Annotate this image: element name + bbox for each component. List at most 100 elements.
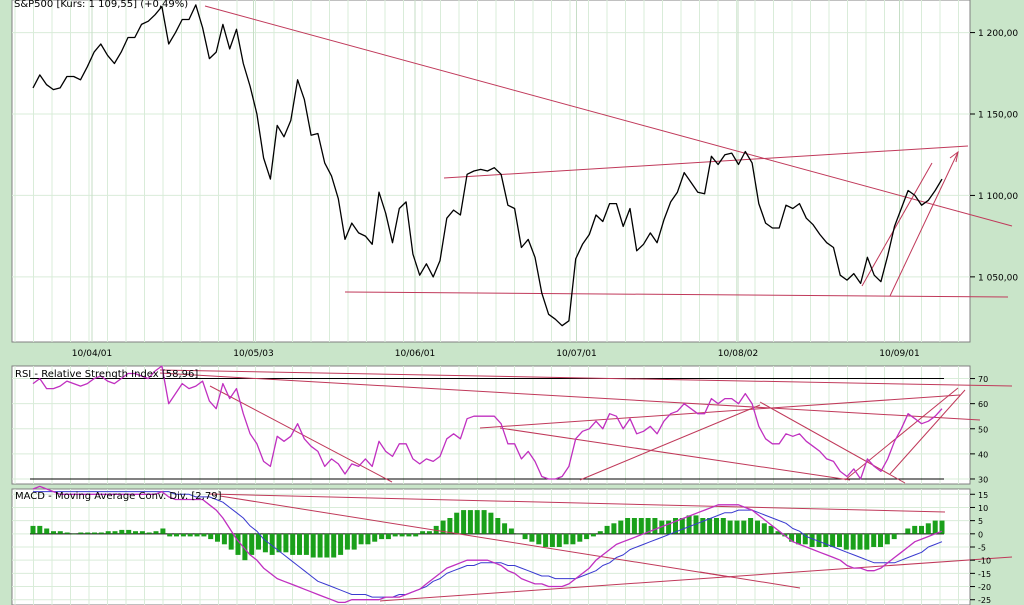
macd-y-axis: 15 10 5 0 -5 -10 -15 -20 -25	[970, 491, 991, 605]
macd-histogram-bar	[536, 533, 542, 545]
price-y-tick-label: 1 100,00	[978, 192, 1018, 202]
price-x-tick-label: 10/06/01	[395, 349, 435, 359]
macd-histogram-bar	[71, 533, 77, 535]
macd-histogram-bar	[720, 518, 726, 534]
macd-histogram-bar	[488, 512, 494, 534]
macd-histogram-bar	[755, 520, 760, 534]
macd-histogram-bar	[843, 533, 849, 550]
macd-histogram-bar	[256, 533, 261, 550]
price-chart-title: S&P500 [Kurs: 1 109,55] (+0,49%)	[14, 0, 188, 10]
macd-histogram-bar	[406, 533, 412, 537]
macd-histogram-bar	[44, 528, 50, 534]
macd-histogram-bar	[666, 520, 672, 534]
macd-histogram-bar	[864, 533, 870, 550]
macd-histogram-bar	[625, 518, 631, 534]
macd-histogram-bar	[153, 531, 159, 534]
macd-histogram-bar	[167, 533, 173, 537]
macd-histogram-bar	[919, 525, 924, 534]
macd-histogram-bar	[563, 533, 569, 545]
macd-histogram-bar	[454, 512, 460, 534]
macd-y-tick-label: 10	[978, 504, 988, 513]
price-x-tick-label: 10/08/02	[718, 349, 758, 359]
macd-histogram-bar	[768, 525, 774, 534]
macd-histogram-bar	[379, 533, 385, 540]
rsi-y-axis: 70 60 50 40 30	[970, 375, 988, 484]
macd-histogram-bar	[133, 531, 138, 534]
macd-histogram-bar	[365, 533, 371, 545]
macd-histogram-bar	[597, 531, 603, 534]
macd-histogram-bar	[105, 531, 111, 534]
macd-histogram-bar	[891, 533, 897, 540]
macd-histogram-bar	[399, 533, 405, 537]
macd-histogram-bar	[228, 533, 234, 550]
macd-histogram-bar	[174, 533, 179, 537]
price-x-tick-label: 10/09/01	[879, 349, 919, 359]
macd-y-tick-label: -10	[978, 557, 991, 566]
price-plot-area	[11, 0, 971, 343]
macd-y-tick-label: -25	[978, 596, 991, 605]
macd-histogram-bar	[331, 533, 337, 558]
macd-histogram-bar	[522, 533, 528, 540]
macd-histogram-bar	[714, 518, 719, 534]
price-y-tick-label: 1 150,00	[978, 111, 1018, 121]
price-x-tick-label: 10/04/01	[72, 349, 112, 359]
macd-histogram-bar	[139, 531, 145, 534]
macd-histogram-bar	[283, 533, 289, 553]
macd-y-tick-label: -5	[978, 544, 986, 553]
macd-histogram-bar	[467, 510, 473, 534]
macd-histogram-bar	[358, 533, 364, 545]
macd-histogram-bar	[652, 518, 658, 534]
macd-histogram-bar	[420, 531, 426, 534]
stock-chart-window: S&P500 [Kurs: 1 109,55] (+0,49%) 1 200,0…	[11, 0, 1018, 605]
macd-histogram-bar	[344, 533, 350, 550]
macd-histogram-bar	[611, 523, 617, 534]
macd-histogram-bar	[502, 523, 508, 534]
macd-histogram-bar	[180, 533, 186, 537]
macd-histogram-bar	[413, 533, 419, 537]
macd-histogram-bar	[221, 533, 227, 545]
macd-histogram-bar	[912, 525, 918, 534]
macd-histogram-bar	[215, 533, 220, 542]
macd-histogram-bar	[638, 518, 644, 534]
macd-chart-title: MACD - Moving Average Conv. Div. [2,79]	[15, 491, 222, 502]
macd-histogram-bar	[51, 531, 56, 534]
macd-histogram-bar	[92, 532, 97, 534]
macd-y-tick-label: -15	[978, 570, 991, 579]
rsi-y-tick-label: 40	[978, 450, 988, 459]
macd-histogram-bar	[297, 533, 302, 555]
macd-histogram-bar	[426, 531, 432, 534]
macd-histogram-bar	[508, 528, 514, 534]
macd-histogram-bar	[590, 533, 596, 537]
macd-histogram-bar	[925, 523, 931, 534]
macd-y-tick-label: 15	[978, 491, 988, 500]
macd-histogram-bar	[37, 525, 43, 534]
price-x-tick-label: 10/05/03	[233, 349, 273, 359]
rsi-y-tick-label: 50	[978, 425, 988, 434]
price-chart-panel: S&P500 [Kurs: 1 109,55] (+0,49%) 1 200,0…	[11, 0, 1018, 359]
rsi-y-tick-label: 60	[978, 400, 988, 409]
macd-histogram-bar	[577, 533, 583, 542]
macd-histogram-bar	[187, 533, 193, 537]
macd-histogram-bar	[871, 533, 877, 547]
macd-chart-panel: MACD - Moving Average Conv. Div. [2,79] …	[11, 485, 1013, 605]
macd-histogram-bar	[310, 533, 316, 558]
macd-histogram-bar	[303, 533, 309, 555]
macd-histogram-bar	[317, 533, 323, 558]
macd-histogram-bar	[898, 533, 904, 535]
price-y-axis: 1 200,00 1 150,00 1 100,00 1 050,00	[970, 29, 1018, 283]
macd-histogram-bar	[392, 533, 398, 537]
macd-histogram-bar	[385, 533, 391, 540]
macd-histogram-bar	[85, 532, 91, 534]
price-x-tick-label: 10/07/01	[556, 349, 596, 359]
macd-histogram-bar	[734, 520, 740, 534]
macd-histogram-bar	[584, 533, 590, 540]
macd-histogram-bar	[338, 533, 344, 555]
macd-histogram-bar	[857, 533, 863, 550]
macd-histogram-bar	[126, 529, 132, 534]
macd-histogram-bar	[837, 533, 842, 547]
macd-histogram-bar	[631, 518, 637, 534]
macd-histogram-bar	[351, 533, 357, 550]
macd-histogram-bar	[495, 518, 501, 534]
macd-y-tick-label: 5	[978, 517, 983, 526]
macd-histogram-bar	[481, 510, 487, 534]
